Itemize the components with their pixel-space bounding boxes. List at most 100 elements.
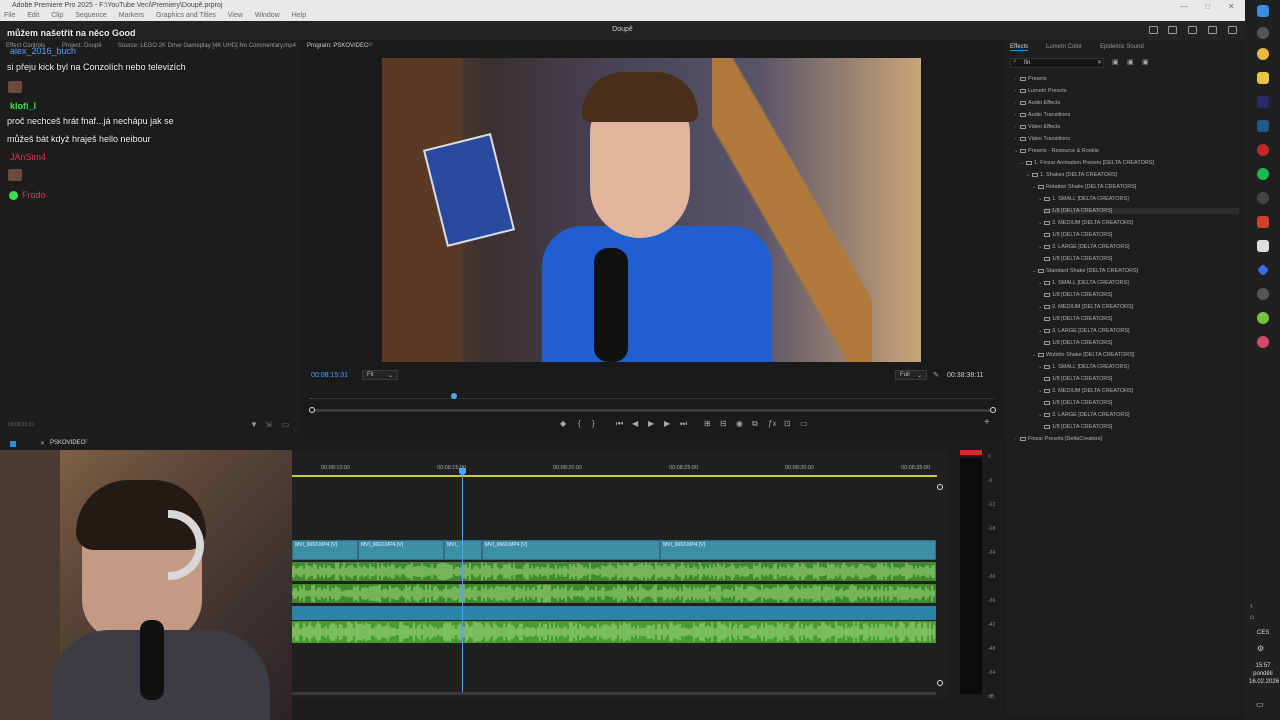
comparison-icon[interactable]: ⧉ — [752, 419, 758, 429]
youtube-icon[interactable] — [1257, 144, 1269, 156]
accelerated-effects-icon[interactable]: ▣ — [1112, 58, 1119, 66]
effects-tree-item[interactable]: 1/8 [DELTA CREATORS] — [1044, 340, 1112, 346]
obs-icon[interactable] — [1257, 192, 1269, 204]
tab-source[interactable]: Source: LEGO 2K Drive Gameplay [4K UHD] … — [118, 43, 296, 49]
menu-file[interactable]: File — [4, 12, 15, 19]
effects-tree-item[interactable]: ⌄ Presets - Resource & Rookie — [1014, 148, 1099, 154]
fx-icon[interactable]: ƒx — [768, 419, 776, 428]
play-icon[interactable]: ▶ — [648, 419, 654, 428]
effects-tree-item[interactable]: ⌄ 2. MEDIUM [DELTA CREATORS] — [1038, 388, 1133, 394]
panel-menu-icon[interactable]: ≡ — [84, 439, 88, 445]
program-current-time[interactable]: 00:08:15:31 — [311, 372, 348, 379]
language-indicator[interactable]: CES — [1257, 630, 1269, 636]
search-input[interactable]: fin — [1024, 60, 1030, 66]
menu-icon[interactable] — [1188, 26, 1197, 34]
program-ruler[interactable] — [310, 395, 994, 399]
effects-tree-item[interactable]: 1/8 [DELTA CREATORS] — [1044, 316, 1112, 322]
effects-tree-item[interactable]: ⌄ 1. Shakes [DELTA CREATORS] — [1026, 172, 1117, 178]
effects-search[interactable]: ⌕ fin ✕ — [1010, 58, 1104, 68]
menu-sequence[interactable]: Sequence — [75, 12, 107, 19]
premiere-icon[interactable] — [1257, 96, 1269, 108]
audio-clip-a2[interactable] — [292, 584, 936, 603]
audio-clip-a1[interactable] — [292, 562, 936, 581]
audio-clip-a4[interactable] — [292, 621, 936, 643]
scroll-handle-top[interactable] — [937, 484, 943, 490]
clear-search-icon[interactable]: ✕ — [1097, 59, 1102, 66]
program-title[interactable]: Program: PSKOVIDEO — [307, 43, 369, 49]
app-icon[interactable] — [1257, 240, 1269, 252]
menu-window[interactable]: Window — [255, 12, 280, 19]
explorer-icon[interactable] — [1257, 72, 1269, 84]
spotify-icon[interactable] — [1257, 168, 1269, 180]
mark-out-icon[interactable]: } — [592, 419, 595, 428]
panel-menu-icon[interactable]: ≡ — [369, 42, 373, 48]
share-icon[interactable] — [1168, 26, 1177, 34]
effects-tree-item[interactable]: ⌄ 1. SMALL [DELTA CREATORS] — [1038, 280, 1129, 286]
effects-tree-item[interactable]: ⌄ 2. MEDIUM [DELTA CREATORS] — [1038, 304, 1133, 310]
app-icon[interactable] — [1257, 312, 1269, 324]
effects-tree-item[interactable]: 1/8 [DELTA CREATORS] — [1044, 376, 1112, 382]
app-icon[interactable] — [1257, 288, 1269, 300]
effects-tree-item[interactable]: 1/8 [DELTA CREATORS] — [1044, 424, 1112, 430]
effects-tree-item[interactable]: ⌄ Wobble Shake [DELTA CREATORS] — [1032, 352, 1134, 358]
menu-view[interactable]: View — [228, 12, 243, 19]
network-icon[interactable]: ⌂ — [1250, 614, 1254, 621]
chrome-icon[interactable] — [1257, 48, 1269, 60]
step-forward-icon[interactable]: ▶ — [664, 419, 670, 428]
go-to-out-icon[interactable]: ⏭ — [680, 419, 687, 429]
effects-tree-item[interactable]: › Video Transitions — [1014, 136, 1070, 142]
effects-tree-item[interactable]: 1/8 [DELTA CREATORS] — [1044, 400, 1112, 406]
effects-tree-item[interactable]: › Audio Effects — [1014, 100, 1060, 106]
32bit-effects-icon[interactable]: ▣ — [1127, 58, 1134, 66]
trash-icon[interactable]: ▭ — [282, 420, 290, 429]
effects-tree-item[interactable]: 1/8 [DELTA CREATORS] — [1044, 256, 1112, 262]
effects-tree-item[interactable]: ⌄ 1. SMALL [DELTA CREATORS] — [1038, 196, 1129, 202]
extract-icon[interactable]: ⊟ — [720, 419, 727, 428]
step-back-icon[interactable]: ◀ — [632, 419, 638, 428]
program-playhead[interactable] — [451, 393, 457, 399]
video-clip[interactable]: MVI_ — [444, 540, 482, 560]
menu-help[interactable]: Help — [292, 12, 306, 19]
vr-icon[interactable]: ▭ — [800, 419, 808, 428]
effects-tree-item[interactable]: ⌄ 3. LARGE [DELTA CREATORS] — [1038, 328, 1130, 334]
effects-tree-item[interactable]: ⌄ 3. LARGE [DELTA CREATORS] — [1038, 244, 1130, 250]
effects-tree-item[interactable]: › Finzar Presets [DeltaCreators] — [1014, 436, 1102, 442]
multicam-icon[interactable]: ⊡ — [784, 419, 791, 428]
timeline-playhead-line[interactable] — [462, 470, 463, 694]
add-marker-icon[interactable]: ◆ — [560, 419, 566, 428]
menu-clip[interactable]: Clip — [51, 12, 63, 19]
maximize-icon[interactable]: □ — [1205, 2, 1210, 11]
go-to-in-icon[interactable]: ⏮ — [616, 419, 623, 429]
tray-chevron-icon[interactable]: ‹ — [1250, 601, 1253, 610]
scroll-handle-bottom[interactable] — [937, 680, 943, 686]
video-clip[interactable]: MVI_9663.MP4 [V] — [292, 540, 358, 560]
menu-graphics[interactable]: Graphics and Titles — [156, 12, 216, 19]
filter-icon[interactable]: ▼ — [250, 420, 258, 429]
effects-tree-item[interactable]: ⌄ 3. LARGE [DELTA CREATORS] — [1038, 412, 1130, 418]
tab-effects[interactable]: Effects — [1010, 44, 1029, 51]
effects-tree-item[interactable]: 1/8 [DELTA CREATORS] — [1044, 292, 1112, 298]
workspace-icon[interactable] — [1149, 26, 1158, 34]
quality-dropdown[interactable]: Full ⌄ — [895, 370, 927, 380]
tab-epidemic-sound[interactable]: Epidemic Sound — [1100, 44, 1144, 50]
effects-tree-item[interactable]: ⌄ 1. SMALL [DELTA CREATORS] — [1038, 364, 1129, 370]
export-icon[interactable] — [1208, 26, 1217, 34]
effects-tree-item[interactable]: 1/8 [DELTA CREATORS] — [1044, 232, 1112, 238]
zoom-handle-right[interactable] — [990, 407, 996, 413]
effects-tree-item[interactable]: ⌄ 1. Finzar Animation Presets [DELTA CREA… — [1020, 160, 1154, 166]
effects-tree-item[interactable]: › Video Effects — [1014, 124, 1060, 130]
minimize-icon[interactable]: — — [1180, 2, 1188, 11]
app-icon[interactable] — [1257, 216, 1269, 228]
settings-icon[interactable]: ⚙ — [1257, 644, 1264, 653]
lift-icon[interactable]: ⊞ — [704, 419, 711, 428]
sequence-tab[interactable]: PSKOVIDEO — [50, 440, 85, 446]
yuv-effects-icon[interactable]: ▣ — [1142, 58, 1149, 66]
video-clip[interactable]: MVI_9663.MP4 [V] — [660, 540, 936, 560]
app-icon[interactable] — [1257, 336, 1269, 348]
fit-dropdown[interactable]: Fit ⌄ — [362, 370, 398, 380]
tab-lumetri-color[interactable]: Lumetri Color — [1046, 44, 1082, 50]
add-button-icon[interactable]: + — [984, 417, 990, 428]
close-icon[interactable]: ✕ — [1228, 2, 1235, 11]
close-tab-icon[interactable]: ✕ — [40, 440, 45, 447]
effects-tree-item[interactable]: 1/8 [DELTA CREATORS] — [1044, 208, 1239, 214]
